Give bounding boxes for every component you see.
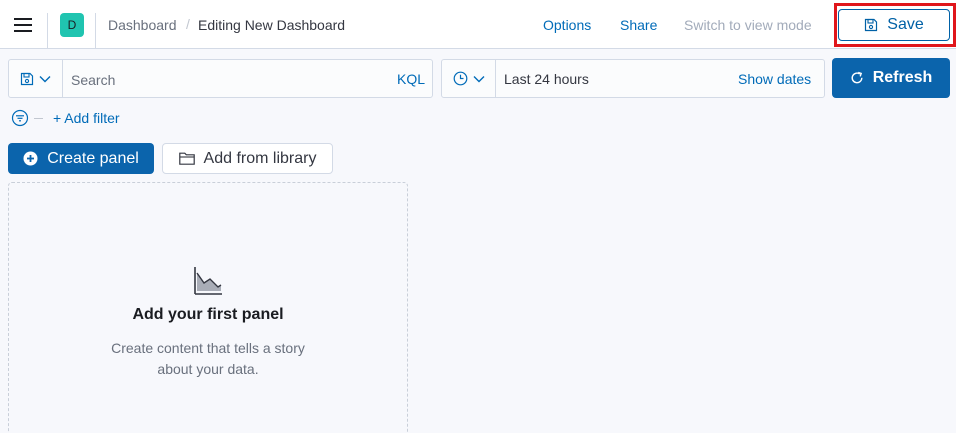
search-input[interactable] bbox=[71, 72, 371, 88]
clock-icon bbox=[453, 71, 467, 86]
query-bar: KQL bbox=[8, 59, 433, 98]
refresh-icon bbox=[851, 71, 863, 84]
save-icon bbox=[20, 72, 34, 85]
filter-divider bbox=[34, 117, 43, 119]
divider bbox=[95, 13, 96, 49]
kql-language-button[interactable]: KQL bbox=[397, 71, 425, 87]
add-from-library-button[interactable]: Add from library bbox=[162, 143, 333, 174]
area-chart-icon bbox=[194, 267, 222, 295]
plus-circle-icon bbox=[23, 151, 38, 166]
date-range-label[interactable]: Last 24 hours bbox=[504, 71, 589, 87]
save-button-label: Save bbox=[887, 16, 924, 33]
empty-state-title: Add your first panel bbox=[132, 306, 284, 323]
empty-panel-placeholder: Add your first panel Create content that… bbox=[8, 182, 408, 433]
divider bbox=[47, 13, 48, 49]
share-link[interactable]: Share bbox=[620, 17, 657, 33]
chevron-down-icon bbox=[39, 75, 51, 82]
create-panel-button[interactable]: Create panel bbox=[8, 143, 154, 174]
save-icon bbox=[865, 18, 878, 32]
filter-icon[interactable] bbox=[11, 109, 29, 127]
switch-to-view-mode-link[interactable]: Switch to view mode bbox=[684, 17, 812, 33]
date-picker: Last 24 hours Show dates bbox=[441, 59, 825, 98]
menu-button[interactable] bbox=[9, 11, 37, 39]
add-from-library-label: Add from library bbox=[203, 149, 317, 167]
chevron-down-icon bbox=[473, 75, 484, 82]
folder-icon bbox=[178, 152, 195, 165]
space-avatar[interactable]: D bbox=[60, 13, 84, 37]
empty-state-description: Create content that tells a story about … bbox=[111, 340, 305, 377]
quick-select-button[interactable] bbox=[442, 60, 496, 97]
create-panel-label: Create panel bbox=[47, 149, 139, 167]
add-filter-link[interactable]: + Add filter bbox=[53, 110, 120, 126]
saved-query-button[interactable] bbox=[9, 60, 63, 97]
refresh-button-label: Refresh bbox=[872, 69, 933, 86]
filter-bar: + Add filter bbox=[11, 109, 120, 127]
hamburger-icon bbox=[14, 18, 32, 32]
breadcrumb-separator: / bbox=[186, 16, 190, 32]
save-button[interactable]: Save bbox=[838, 9, 950, 41]
breadcrumb-current: Editing New Dashboard bbox=[198, 17, 346, 33]
top-nav-bar: D Dashboard / Editing New Dashboard Opti… bbox=[0, 0, 956, 49]
options-link[interactable]: Options bbox=[543, 17, 591, 33]
show-dates-link[interactable]: Show dates bbox=[738, 71, 811, 87]
refresh-button[interactable]: Refresh bbox=[832, 58, 950, 98]
breadcrumb-dashboard[interactable]: Dashboard bbox=[108, 17, 177, 33]
